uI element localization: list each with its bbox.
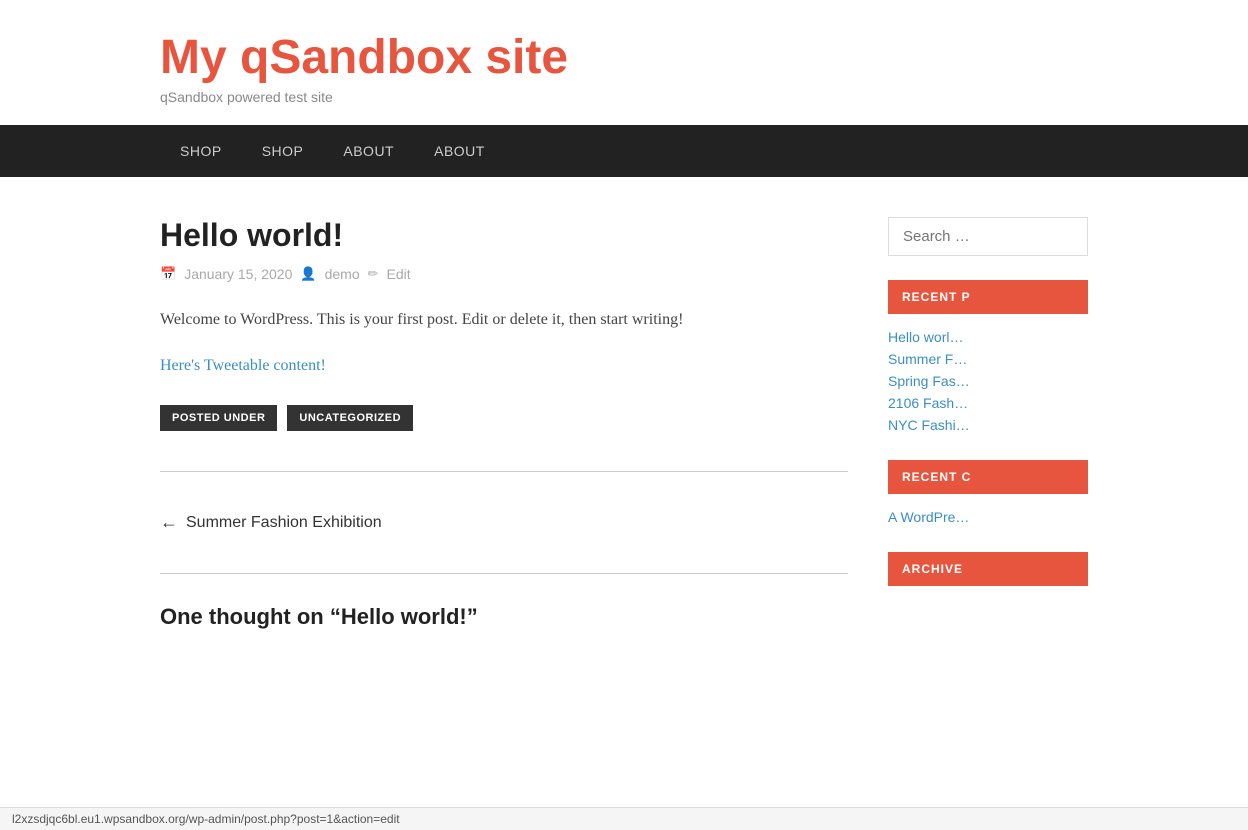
tag-label: POSTED UNDER (160, 405, 277, 431)
tweetable-link[interactable]: Here's Tweetable content! (160, 357, 848, 375)
post-navigation: ← Summer Fashion Exhibition (160, 492, 848, 553)
recent-post-2[interactable]: Summer F… (888, 348, 1088, 370)
prev-post-label: Summer Fashion Exhibition (186, 514, 382, 532)
status-bar: l2xzsdjqc6bl.eu1.wpsandbox.org/wp-admin/… (0, 807, 1248, 830)
site-tagline: qSandbox powered test site (160, 89, 1088, 105)
recent-post-5[interactable]: NYC Fashi… (888, 414, 1088, 436)
recent-post-4[interactable]: 2106 Fash… (888, 392, 1088, 414)
edit-icon: ✏ (368, 266, 379, 282)
recent-post-3[interactable]: Spring Fas… (888, 370, 1088, 392)
sidebar: RECENT P Hello worl… Summer F… Spring Fa… (888, 217, 1088, 646)
recent-posts-title: RECENT P (888, 280, 1088, 314)
tag-value[interactable]: UNCATEGORIZED (287, 405, 413, 431)
recent-comments-list: A WordPre… (888, 506, 1088, 528)
status-url: l2xzsdjqc6bl.eu1.wpsandbox.org/wp-admin/… (12, 812, 400, 826)
calendar-icon: 📅 (160, 266, 176, 282)
comments-title: One thought on “Hello world!” (160, 604, 848, 630)
site-title[interactable]: My qSandbox site (160, 30, 1088, 85)
prev-post-link[interactable]: ← Summer Fashion Exhibition (160, 512, 848, 533)
post-date: January 15, 2020 (184, 266, 292, 282)
nav-bar: SHOP SHOP ABOUT ABOUT (0, 125, 1248, 177)
nav-item-about2[interactable]: ABOUT (414, 125, 505, 177)
nav-item-about1[interactable]: ABOUT (323, 125, 414, 177)
post-meta: 📅 January 15, 2020 👤 demo ✏ Edit (160, 266, 848, 282)
nav-item-shop2[interactable]: SHOP (242, 125, 324, 177)
divider-top (160, 471, 848, 472)
comments-section: One thought on “Hello world!” (160, 604, 848, 630)
archives-title: ARCHIVE (888, 552, 1088, 586)
post-body: Welcome to WordPress. This is your first… (160, 306, 848, 333)
search-input[interactable] (888, 217, 1088, 256)
recent-posts-list: Hello worl… Summer F… Spring Fas… 2106 F… (888, 326, 1088, 436)
post-tags: POSTED UNDER UNCATEGORIZED (160, 405, 848, 431)
left-arrow-icon: ← (160, 512, 178, 533)
post-edit-link[interactable]: Edit (387, 266, 411, 282)
site-header: My qSandbox site qSandbox powered test s… (0, 0, 1248, 125)
recent-post-1[interactable]: Hello worl… (888, 326, 1088, 348)
recent-comment-1[interactable]: A WordPre… (888, 506, 1088, 528)
author-icon: 👤 (300, 266, 316, 282)
main-content: Hello world! 📅 January 15, 2020 👤 demo ✏… (160, 217, 848, 646)
post-title: Hello world! (160, 217, 848, 254)
recent-comments-title: RECENT C (888, 460, 1088, 494)
nav-item-shop1[interactable]: SHOP (160, 125, 242, 177)
page-layout: Hello world! 📅 January 15, 2020 👤 demo ✏… (0, 177, 1248, 686)
post-author[interactable]: demo (325, 266, 360, 282)
divider-bottom (160, 573, 848, 574)
